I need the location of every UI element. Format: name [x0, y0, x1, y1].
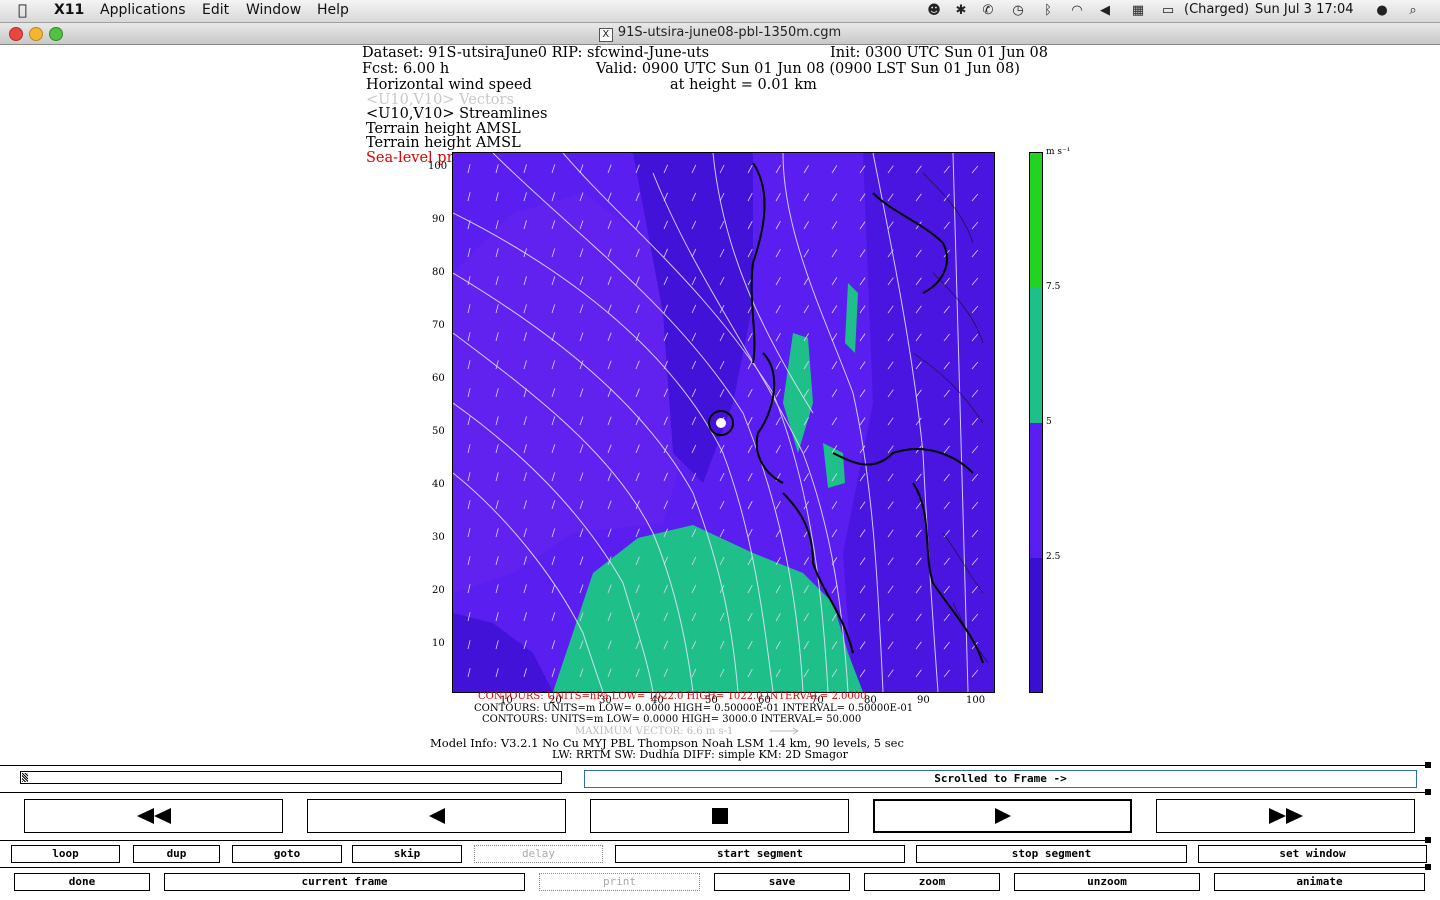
height-label: at height = 0.01 km	[670, 77, 817, 93]
phone-icon[interactable]: ✆	[980, 3, 996, 18]
network-icon[interactable]: ✱	[953, 3, 969, 18]
stop-segment-button[interactable]: stop segment	[916, 845, 1187, 863]
menu-help[interactable]: Help	[317, 2, 349, 18]
set-window-button[interactable]: set window	[1198, 845, 1427, 863]
fast-reverse-button[interactable]	[24, 799, 283, 833]
print-button[interactable]: print	[539, 873, 700, 891]
maximum-vector-arrow	[770, 727, 799, 735]
colorbar-label: 7.5	[1046, 282, 1061, 292]
app-menu[interactable]: X11	[54, 2, 84, 18]
divider	[0, 792, 1430, 793]
model-physics-info: LW: RRTM SW: Dudhia DIFF: simple KM: 2D …	[552, 748, 848, 761]
y-tick: 10	[432, 638, 445, 649]
user-icon[interactable]: ●	[1374, 3, 1390, 18]
y-tick: 90	[432, 214, 445, 225]
y-tick: 80	[432, 267, 445, 278]
menubar:  X11 Applications Edit Window Help ☻ ✱ …	[0, 0, 1440, 23]
delay-button[interactable]: delay	[474, 845, 603, 863]
map-canvas	[453, 153, 994, 692]
fast-reverse-icon	[136, 808, 171, 824]
clock[interactable]: Sun Jul 3 17:04	[1255, 2, 1354, 17]
time-machine-icon[interactable]: ◷	[1010, 3, 1026, 18]
colorbar-segment-3	[1030, 423, 1042, 558]
y-tick: 100	[428, 161, 448, 172]
stop-button[interactable]	[590, 799, 849, 833]
done-button[interactable]: done	[14, 873, 150, 891]
fast-forward-button[interactable]	[1156, 799, 1415, 833]
current-frame-button[interactable]: current frame	[164, 873, 525, 891]
x-tick: 100	[966, 695, 986, 706]
colorbar-segment-4	[1030, 558, 1042, 692]
keyboard-icon[interactable]: ▦	[1130, 3, 1146, 18]
y-tick: 30	[432, 532, 445, 543]
dup-button[interactable]: dup	[133, 845, 220, 863]
valid-label: Valid: 0900 UTC Sun 01 Jun 08 (0900 LST …	[596, 61, 1020, 77]
init-label: Init: 0300 UTC Sun 01 Jun 08	[830, 45, 1048, 61]
fcst-label: Fcst: 6.00 h	[362, 61, 450, 77]
wind-speed-map[interactable]	[452, 152, 995, 693]
play-button[interactable]	[873, 799, 1132, 833]
dataset-label: Dataset: 91S-utsiraJune0 RIP: sfcwind-Ju…	[362, 45, 710, 61]
colorbar-units: m s⁻¹	[1046, 147, 1071, 157]
contour-info-terrain-2: CONTOURS: UNITS=m LOW= 0.0000 HIGH= 3000…	[482, 714, 862, 725]
window-title: X 91S-utsira-june08-pbl-1350m.cgm	[0, 25, 1440, 42]
frame-scrollbar-thumb[interactable]	[22, 773, 28, 782]
stop-icon	[711, 808, 728, 824]
apple-icon[interactable]: 	[18, 1, 27, 19]
y-tick: 40	[432, 479, 445, 490]
save-button[interactable]: save	[714, 873, 850, 891]
resize-handle[interactable]	[1425, 864, 1431, 870]
menu-window[interactable]: Window	[246, 2, 301, 18]
contour-info-terrain-1: CONTOURS: UNITS=m LOW= 0.0000 HIGH= 0.50…	[474, 703, 914, 714]
battery-icon[interactable]: ▭	[1160, 3, 1176, 18]
colorbar-segment-1	[1030, 153, 1042, 288]
field-label-terrain-2: Terrain height AMSL	[366, 135, 521, 151]
play-icon	[994, 808, 1011, 824]
zoom-button[interactable]: zoom	[864, 873, 1000, 891]
animate-button[interactable]: animate	[1214, 873, 1425, 891]
pressure-center-marker	[716, 418, 726, 428]
status-field: Scrolled to Frame ->	[584, 770, 1417, 788]
colorbar-label: 5	[1046, 417, 1052, 427]
unzoom-button[interactable]: unzoom	[1014, 873, 1200, 891]
spotlight-search-icon[interactable]: ⌕	[1405, 3, 1421, 18]
menu-applications[interactable]: Applications	[100, 2, 186, 18]
resize-handle[interactable]	[1425, 762, 1431, 768]
resize-handle[interactable]	[1425, 837, 1431, 843]
x-tick: 90	[917, 695, 930, 706]
volume-icon[interactable]: ◀	[1097, 3, 1113, 18]
loop-button[interactable]: loop	[11, 845, 120, 863]
goto-button[interactable]: goto	[232, 845, 342, 863]
field-label-streamlines: <U10,V10> Streamlines	[366, 106, 548, 122]
status-text: Scrolled to Frame ->	[934, 772, 1067, 785]
divider	[0, 840, 1430, 841]
start-segment-button[interactable]: start segment	[615, 845, 905, 863]
window-titlebar[interactable]: X 91S-utsira-june08-pbl-1350m.cgm	[0, 23, 1440, 45]
frame-scrollbar[interactable]	[20, 771, 562, 784]
divider	[0, 765, 1430, 766]
colorbar	[1029, 152, 1043, 693]
colorbar-segment-2	[1030, 288, 1042, 423]
y-tick: 60	[432, 373, 445, 384]
skip-button[interactable]: skip	[352, 845, 462, 863]
menu-edit[interactable]: Edit	[202, 2, 229, 18]
x11-icon: X	[598, 28, 613, 42]
battery-status[interactable]: (Charged)	[1184, 2, 1249, 17]
fast-forward-icon	[1268, 808, 1303, 824]
step-back-button[interactable]	[307, 799, 566, 833]
contour-info-slp: CONTOURS: UNITS=hPa LOW= 1022.0 HIGH= 10…	[478, 691, 867, 702]
wifi-icon[interactable]: ◠	[1069, 3, 1085, 18]
y-tick: 20	[432, 585, 445, 596]
resize-handle[interactable]	[1425, 789, 1431, 795]
divider	[0, 867, 1430, 868]
window-title-text: 91S-utsira-june08-pbl-1350m.cgm	[617, 25, 842, 40]
bluetooth-icon[interactable]: ᛒ	[1040, 3, 1056, 18]
y-tick: 70	[432, 320, 445, 331]
alien-icon[interactable]: ☻	[926, 3, 942, 18]
colorbar-label: 2.5	[1046, 552, 1061, 562]
step-back-icon	[428, 808, 445, 824]
y-tick: 50	[432, 426, 445, 437]
field-label-wind-speed: Horizontal wind speed	[366, 77, 532, 93]
